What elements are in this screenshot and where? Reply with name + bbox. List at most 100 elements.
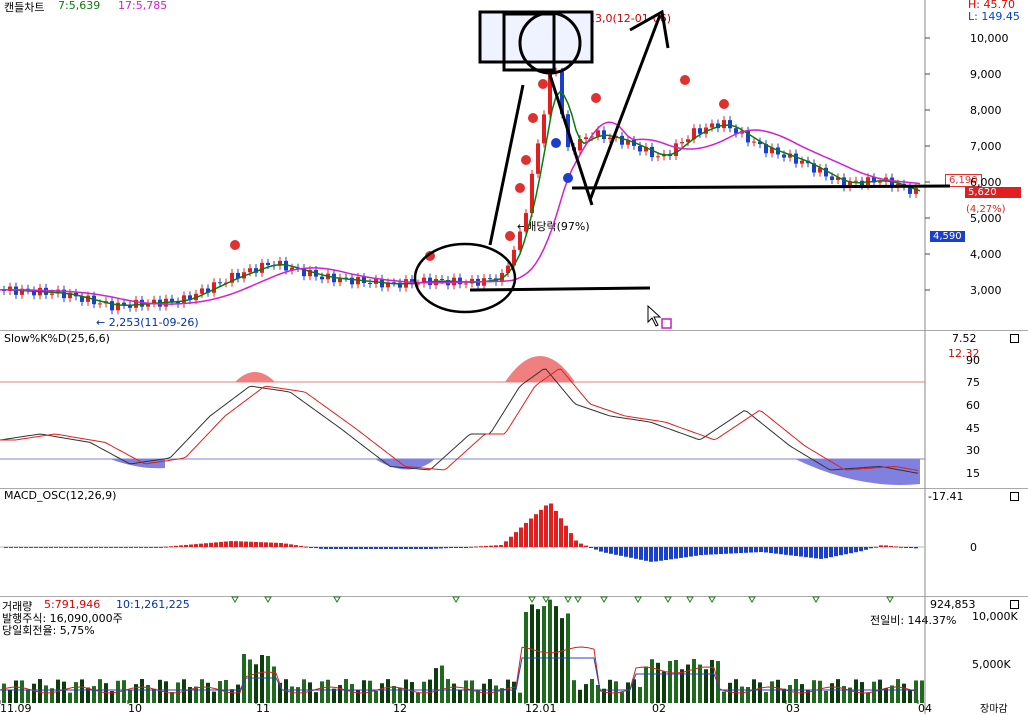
mouse-cursor	[647, 304, 662, 327]
macd-bar	[874, 546, 878, 548]
macd-bar	[244, 541, 248, 547]
macd-bar	[554, 510, 558, 547]
macd-bar	[524, 522, 528, 547]
macd-bar	[154, 547, 158, 548]
macd-bar	[869, 547, 873, 549]
stoch-axis-label: 75	[966, 376, 980, 389]
macd-bar	[249, 541, 253, 547]
volume-bar	[770, 681, 774, 703]
macd-bar	[339, 547, 343, 549]
candle	[728, 120, 732, 129]
macd-bar	[214, 542, 218, 547]
volume-bar	[218, 681, 222, 703]
volume-bar	[728, 682, 732, 703]
signal-marker	[230, 240, 240, 250]
macd-bar	[354, 547, 358, 549]
macd-bar	[774, 547, 778, 554]
signal-triangle	[574, 596, 582, 603]
volume-bar	[530, 604, 534, 703]
volume-bar	[764, 692, 768, 703]
signal-marker	[521, 155, 531, 165]
signal-marker	[680, 75, 690, 85]
signal-triangle	[748, 596, 756, 603]
macd-bar	[544, 505, 548, 547]
volume-bar	[650, 659, 654, 703]
macd-bar	[49, 547, 53, 548]
macd-bar	[599, 547, 603, 552]
macd-bar	[819, 547, 823, 559]
macd-bar	[319, 547, 323, 549]
candle	[50, 293, 54, 295]
volume-bar	[152, 688, 156, 703]
macd-bar	[9, 547, 13, 548]
volume-bar	[752, 679, 756, 703]
macd-bar	[864, 547, 868, 550]
volume-bar	[140, 679, 144, 703]
volume-bar	[524, 611, 528, 703]
candle	[620, 135, 624, 145]
candle	[440, 279, 444, 281]
macd-bar	[164, 546, 168, 548]
macd-bar	[584, 545, 588, 547]
candle	[752, 141, 756, 143]
macd-bar	[429, 547, 433, 549]
macd-bar	[279, 542, 283, 547]
volume-bar	[26, 690, 30, 703]
signal-triangle	[600, 596, 608, 603]
macd-bar	[534, 514, 538, 547]
macd-bar	[854, 547, 858, 553]
macd-bar	[139, 547, 143, 548]
macd-bar	[299, 545, 303, 547]
volume-bar	[590, 679, 594, 703]
volume-bar	[266, 655, 270, 703]
volume-bar	[710, 659, 714, 703]
volume-bar	[908, 690, 912, 703]
volume-bar	[740, 686, 744, 703]
x-axis-label: 03	[786, 702, 800, 714]
macd-bar	[604, 547, 608, 553]
macd-bar	[909, 547, 913, 548]
candle	[212, 282, 216, 293]
candle	[638, 145, 642, 152]
macd-bar	[914, 547, 918, 549]
candle	[830, 176, 834, 180]
macd-bar	[79, 547, 83, 548]
x-axis-label: 11	[256, 702, 270, 714]
macd-bar	[444, 547, 448, 549]
x-axis-label: 11.09	[0, 702, 32, 714]
stoch-oversold-fill	[795, 459, 920, 485]
signal-marker	[528, 113, 538, 123]
macd-bar	[764, 547, 768, 553]
macd-bar	[589, 547, 593, 548]
volume-axis-label: 5,000K	[972, 658, 1011, 671]
volume-bar	[458, 690, 462, 703]
macd-bar	[664, 547, 668, 561]
macd-bar	[304, 546, 308, 548]
macd-bar	[4, 547, 8, 548]
candle	[584, 137, 588, 139]
candle	[596, 130, 600, 137]
macd-bar	[359, 547, 363, 549]
volume-bar	[320, 681, 324, 703]
volume-axis-label: 10,000K	[972, 610, 1018, 623]
macd-bar	[394, 547, 398, 549]
macd-bar	[309, 547, 313, 548]
candle	[488, 278, 492, 280]
signal-triangle	[528, 596, 536, 603]
volume-bar	[326, 679, 330, 703]
volume-bar	[404, 679, 408, 703]
macd-bar	[799, 547, 803, 557]
macd-bar	[889, 545, 893, 547]
macd-bar	[169, 546, 173, 548]
macd-bar	[69, 547, 73, 548]
macd-bar	[644, 547, 648, 561]
volume-bar	[602, 688, 606, 703]
x-axis-label: 12	[393, 702, 407, 714]
volume-bar	[38, 679, 42, 703]
volume-bar	[92, 686, 96, 703]
volume-bar	[920, 680, 924, 703]
macd-bar	[189, 544, 193, 547]
macd-bar	[264, 542, 268, 547]
volume-bar	[668, 661, 672, 703]
macd-bar	[329, 547, 333, 549]
